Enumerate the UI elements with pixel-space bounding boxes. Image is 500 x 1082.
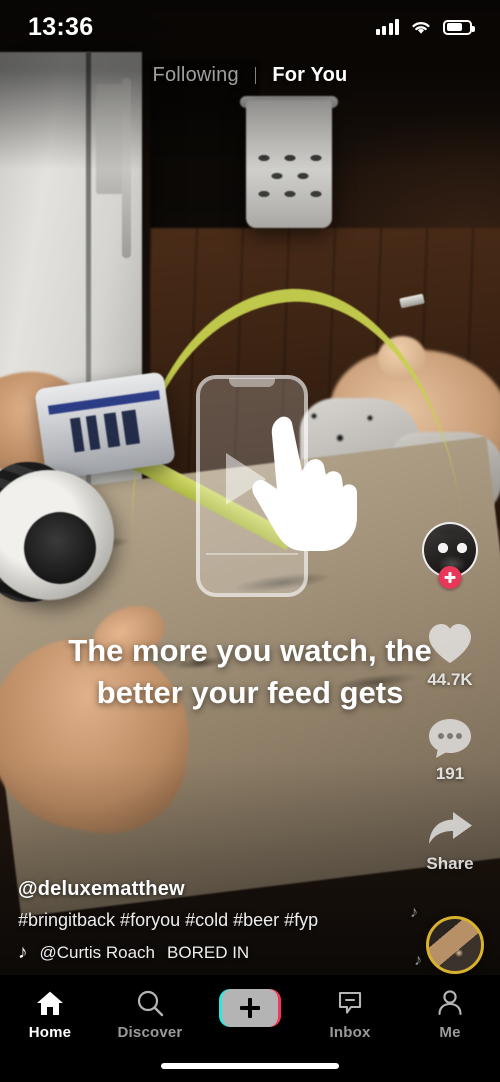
music-title[interactable]: BORED IN — [167, 943, 249, 963]
creator-profile-button[interactable] — [422, 522, 478, 596]
spinning-music-disc[interactable] — [426, 916, 484, 974]
comment-button[interactable]: 191 — [427, 716, 473, 784]
like-button[interactable]: 44.7K — [426, 622, 474, 690]
post-hashtags[interactable]: #bringitback #foryou #cold #beer #fyp — [18, 910, 418, 931]
nav-item-me[interactable]: Me — [400, 989, 500, 1041]
nav-label-discover: Discover — [117, 1024, 183, 1041]
tab-divider — [254, 67, 257, 84]
battery-icon — [443, 19, 475, 35]
tap-to-play-overlay[interactable] — [196, 375, 357, 597]
status-bar: 13:36 — [0, 0, 500, 54]
status-time: 13:36 — [28, 12, 94, 41]
share-button[interactable]: Share — [426, 810, 474, 874]
share-arrow-icon[interactable] — [426, 810, 474, 850]
search-icon[interactable] — [136, 989, 164, 1017]
music-note-icon: ♪ — [18, 942, 28, 963]
comment-count: 191 — [435, 764, 465, 783]
home-icon[interactable] — [36, 989, 64, 1017]
share-label: Share — [426, 854, 474, 873]
nav-label-home: Home — [28, 1024, 72, 1041]
wifi-icon — [412, 21, 430, 34]
music-row[interactable]: ♪ @Curtis Roach BORED IN — [18, 942, 418, 964]
post-username[interactable]: @deluxematthew — [18, 878, 418, 901]
tiktok-app-screen: 13:36 Following For You The more you wat… — [0, 0, 500, 1082]
scene-fridge-handle — [122, 78, 131, 258]
like-count: 44.7K — [427, 670, 473, 689]
nav-item-home[interactable]: Home — [0, 989, 100, 1041]
status-indicators — [375, 19, 475, 36]
music-artist[interactable]: @Curtis Roach — [40, 943, 156, 963]
nav-item-create[interactable] — [200, 989, 300, 1034]
post-info: @deluxematthew #bringitback #foryou #col… — [18, 878, 418, 964]
scene-basket-holes — [250, 150, 328, 218]
music-note-floating-icon-2: ♪ — [414, 952, 422, 969]
avatar-wrapper[interactable] — [422, 522, 478, 589]
inbox-message-icon[interactable] — [336, 989, 364, 1017]
create-plus-icon[interactable] — [219, 989, 281, 1027]
person-icon[interactable] — [436, 989, 464, 1017]
nav-item-inbox[interactable]: Inbox — [300, 989, 400, 1041]
comment-bubble-icon[interactable] — [427, 716, 473, 760]
heart-icon[interactable] — [426, 622, 474, 666]
plus-glyph — [240, 998, 260, 1018]
tab-for-you[interactable]: For You — [272, 64, 347, 87]
scene-fridge-dispenser — [96, 84, 124, 194]
tab-following[interactable]: Following — [153, 64, 239, 87]
tapping-hand-icon — [252, 416, 357, 551]
action-rail: 44.7K 191 Share — [408, 522, 492, 874]
nav-label-me: Me — [439, 1024, 461, 1041]
cellular-signal-icon — [375, 19, 399, 35]
home-indicator-bar — [161, 1063, 339, 1069]
nav-label-inbox: Inbox — [329, 1024, 371, 1041]
nav-item-discover[interactable]: Discover — [100, 989, 200, 1041]
music-note-floating-icon-1: ♪ — [410, 904, 418, 921]
feed-tabs: Following For You — [0, 64, 500, 87]
create-white-layer — [222, 989, 278, 1027]
follow-button[interactable] — [438, 566, 462, 589]
scene-tape-reel-face — [24, 512, 96, 584]
